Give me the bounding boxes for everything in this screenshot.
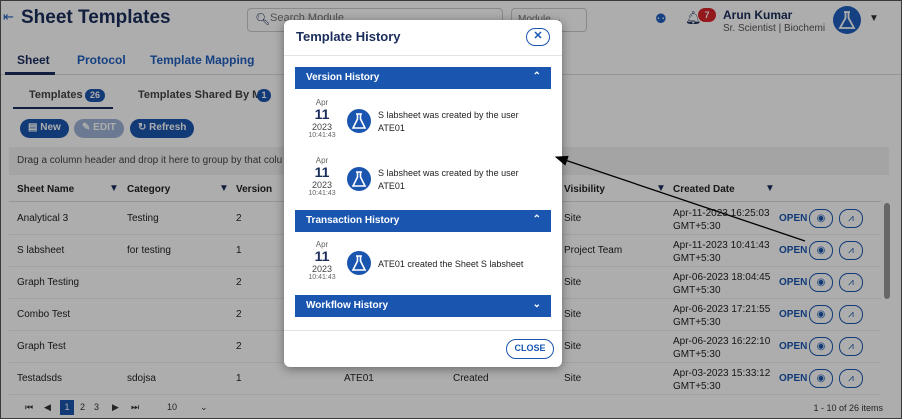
entry-day: 11 [314,106,330,122]
date-block: Apr 11 2023 10:41:43 [304,98,340,139]
entry-text: S labsheet was created by the user ATE01 [378,168,519,191]
history-entry: Apr 11 2023 10:41:43 S labsheet was crea… [304,156,544,212]
chevron-down-icon: ⌄ [532,299,541,310]
entry-text: ATE01 created the Sheet S labsheet [378,259,524,269]
date-block: Apr 11 2023 10:41:43 [304,156,340,197]
chevron-up-icon: ⌃ [532,214,541,225]
entry-time: 10:41:43 [308,274,336,281]
dialog-title: Template History [296,29,401,44]
transaction-history-header[interactable]: Transaction History ⌃ [295,210,551,232]
entry-time: 10:41:43 [308,190,336,197]
version-history-label: Version History [306,72,380,83]
workflow-history-header[interactable]: Workflow History ⌄ [295,295,551,317]
entry-text: S labsheet was created by the user ATE01 [378,110,519,133]
close-icon[interactable]: ✕ [526,28,550,46]
entry-year: 2023 [311,122,333,132]
divider [284,330,562,331]
flask-logo-icon [347,251,371,275]
divider [284,55,562,56]
flask-logo-icon [347,167,371,191]
workflow-history-label: Workflow History [306,300,389,311]
entry-day: 11 [314,248,330,264]
entry-day: 11 [314,164,330,180]
flask-logo-icon [347,109,371,133]
entry-year: 2023 [311,180,333,190]
close-button[interactable]: CLOSE [506,339,554,359]
date-block: Apr 11 2023 10:41:43 [304,240,340,281]
template-history-dialog: Template History ✕ Version History ⌃ Apr… [284,20,562,367]
version-history-header[interactable]: Version History ⌃ [295,67,551,89]
history-entry: Apr 11 2023 10:41:43 ATE01 created the S… [304,240,544,296]
transaction-history-label: Transaction History [306,215,400,226]
entry-time: 10:41:43 [308,132,336,139]
entry-year: 2023 [311,264,333,274]
history-entry: Apr 11 2023 10:41:43 S labsheet was crea… [304,98,544,154]
chevron-up-icon: ⌃ [532,71,541,82]
